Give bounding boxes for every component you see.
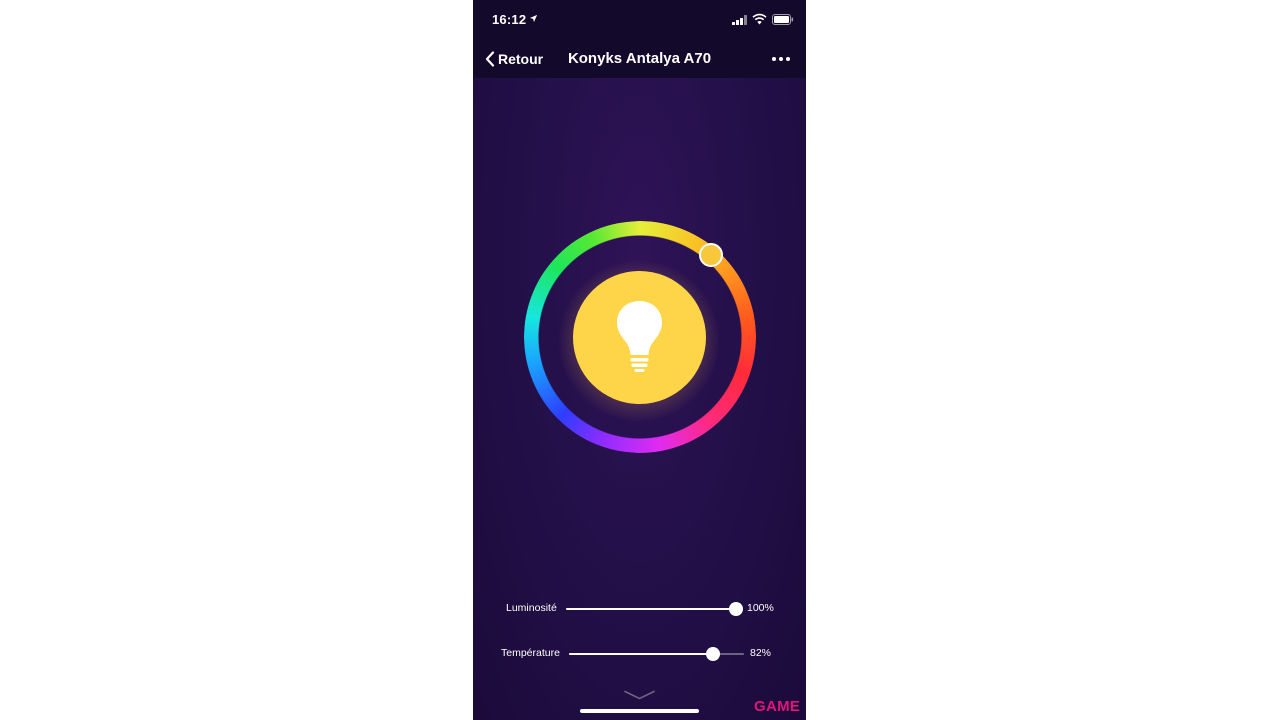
location-arrow-icon <box>529 14 538 23</box>
wifi-icon <box>752 13 767 25</box>
brightness-label: Luminosité <box>506 602 557 614</box>
home-indicator[interactable] <box>580 709 699 713</box>
brightness-slider[interactable] <box>566 602 743 616</box>
status-bar: 16:12 <box>473 0 806 40</box>
power-toggle-button[interactable] <box>573 271 706 404</box>
color-wheel-handle[interactable] <box>699 243 723 267</box>
watermark-logo: GAME <box>754 698 801 715</box>
brightness-slider-fill <box>566 608 736 610</box>
more-icon[interactable] <box>770 50 792 68</box>
navigation-bar: Retour Konyks Antalya A70 <box>473 40 806 78</box>
chevron-down-icon[interactable] <box>624 690 655 700</box>
battery-icon <box>772 14 794 25</box>
temperature-slider[interactable] <box>569 647 744 661</box>
temperature-value: 82% <box>750 647 772 659</box>
brightness-value: 100% <box>747 602 774 614</box>
temperature-slider-fill <box>569 653 713 655</box>
page-title: Konyks Antalya A70 <box>567 50 712 67</box>
temperature-label: Température <box>501 647 560 659</box>
phone-screen: 16:12 Retour Konyks Antalya A70 Luminosi… <box>473 0 806 720</box>
status-time: 16:12 <box>492 12 527 27</box>
color-control <box>473 78 806 578</box>
temperature-slider-thumb[interactable] <box>705 647 720 661</box>
temperature-slider-row: Température 82% <box>473 644 806 664</box>
brightness-slider-thumb[interactable] <box>729 602 743 616</box>
bulb-icon <box>617 301 662 372</box>
cellular-signal-icon <box>732 15 747 25</box>
brightness-slider-row: Luminosité 100% <box>473 599 806 619</box>
